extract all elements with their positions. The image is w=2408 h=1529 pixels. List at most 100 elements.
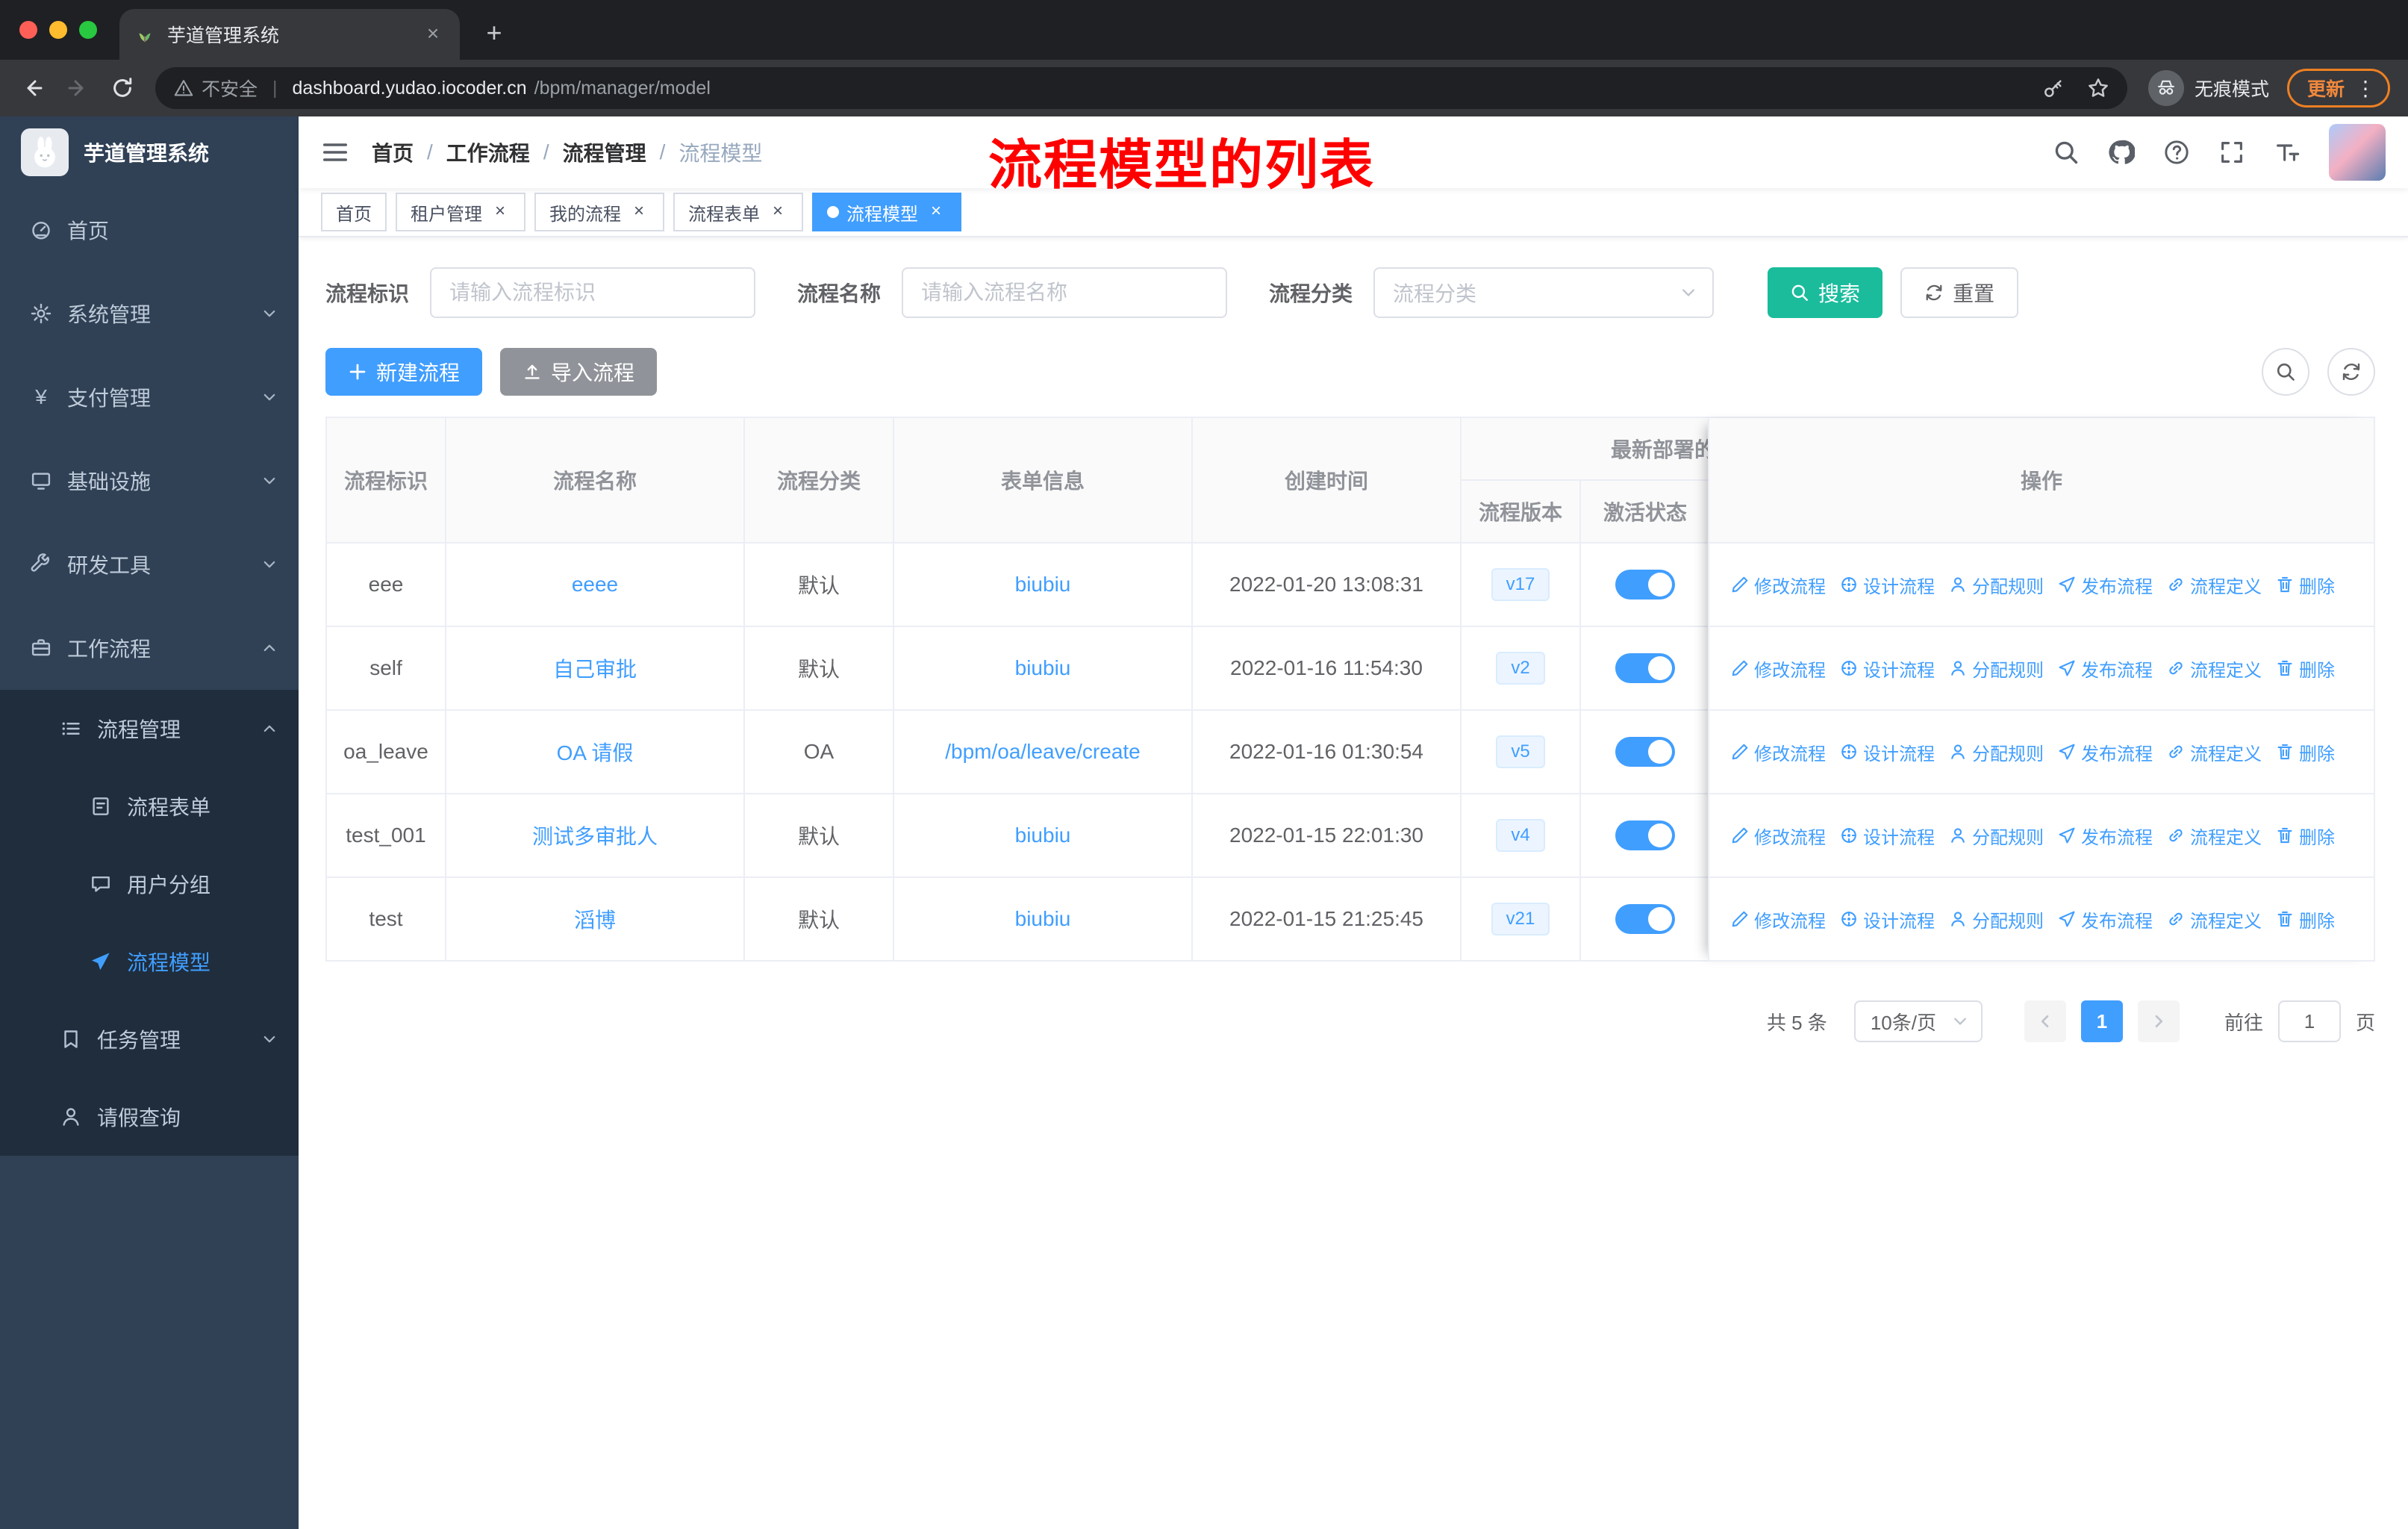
publish-process-link[interactable]: 发布流程 xyxy=(2057,655,2153,682)
reload-button[interactable] xyxy=(102,67,143,109)
search-button[interactable]: 搜索 xyxy=(1768,267,1883,318)
sidebar-item-devtools[interactable]: 研发工具 xyxy=(0,523,299,606)
form-info-link[interactable]: biubiu xyxy=(1015,823,1071,847)
help-icon[interactable] xyxy=(2163,139,2190,166)
form-info-link[interactable]: biubiu xyxy=(1015,656,1071,679)
font-size-icon[interactable] xyxy=(2274,139,2301,166)
app-logo[interactable]: 芋道管理系统 xyxy=(0,116,299,188)
process-definition-link[interactable]: 流程定义 xyxy=(2166,823,2262,849)
delete-process-link[interactable]: 删除 xyxy=(2275,572,2335,598)
fullscreen-icon[interactable] xyxy=(2218,139,2245,166)
model-name-link[interactable]: 滔博 xyxy=(574,909,616,932)
active-status-toggle[interactable] xyxy=(1615,737,1675,767)
assign-rule-link[interactable]: 分配规则 xyxy=(1948,823,2044,849)
process-definition-link[interactable]: 流程定义 xyxy=(2166,739,2262,765)
assign-rule-link[interactable]: 分配规则 xyxy=(1948,906,2044,932)
delete-process-link[interactable]: 删除 xyxy=(2275,823,2335,849)
sidebar-item-task-management[interactable]: 任务管理 xyxy=(0,1000,299,1078)
form-info-link[interactable]: /bpm/oa/leave/create xyxy=(945,740,1141,763)
user-avatar[interactable] xyxy=(2329,124,2386,181)
page-size-select[interactable]: 10条/页 xyxy=(1853,1000,1983,1042)
assign-rule-link[interactable]: 分配规则 xyxy=(1948,572,2044,598)
model-name-link[interactable]: 测试多审批人 xyxy=(532,825,658,848)
breadcrumb-process-management[interactable]: 流程管理 xyxy=(563,137,646,167)
design-process-link[interactable]: 设计流程 xyxy=(1839,906,1935,932)
forward-button[interactable] xyxy=(57,67,99,109)
goto-page-input[interactable] xyxy=(2277,1000,2341,1042)
refresh-table-button[interactable] xyxy=(2327,348,2375,396)
sidebar-item-workflow[interactable]: 工作流程 xyxy=(0,606,299,690)
create-process-button[interactable]: 新建流程 xyxy=(325,348,483,396)
tag-close-icon[interactable]: × xyxy=(628,202,649,222)
modify-process-link[interactable]: 修改流程 xyxy=(1730,572,1826,598)
process-name-input[interactable] xyxy=(902,267,1228,318)
publish-process-link[interactable]: 发布流程 xyxy=(2057,823,2153,849)
model-name-link[interactable]: 自己审批 xyxy=(553,658,637,681)
design-process-link[interactable]: 设计流程 xyxy=(1839,655,1935,682)
form-info-link[interactable]: biubiu xyxy=(1015,907,1071,930)
process-category-select[interactable]: 流程分类 xyxy=(1373,267,1715,318)
sidebar-item-process-management[interactable]: 流程管理 xyxy=(0,690,299,767)
tag-tenant-management[interactable]: 租户管理 × xyxy=(396,193,525,231)
address-bar[interactable]: 不安全 | dashboard.yudao.iocoder.cn/bpm/man… xyxy=(155,67,2127,109)
modify-process-link[interactable]: 修改流程 xyxy=(1730,906,1826,932)
window-zoom-button[interactable] xyxy=(79,21,97,39)
page-number-button[interactable]: 1 xyxy=(2080,1000,2123,1042)
assign-rule-link[interactable]: 分配规则 xyxy=(1948,655,2044,682)
sidebar-item-process-form[interactable]: 流程表单 xyxy=(0,767,299,845)
publish-process-link[interactable]: 发布流程 xyxy=(2057,739,2153,765)
modify-process-link[interactable]: 修改流程 xyxy=(1730,655,1826,682)
active-status-toggle[interactable] xyxy=(1615,653,1675,683)
tag-close-icon[interactable]: × xyxy=(490,202,511,222)
next-page-button[interactable] xyxy=(2137,1000,2180,1042)
reset-button[interactable]: 重置 xyxy=(1900,267,2019,318)
breadcrumb-workflow[interactable]: 工作流程 xyxy=(446,137,530,167)
process-key-input[interactable] xyxy=(430,267,756,318)
modify-process-link[interactable]: 修改流程 xyxy=(1730,823,1826,849)
delete-process-link[interactable]: 删除 xyxy=(2275,739,2335,765)
show-search-toggle-button[interactable] xyxy=(2262,348,2309,396)
bookmark-star-icon[interactable] xyxy=(2087,77,2109,99)
delete-process-link[interactable]: 删除 xyxy=(2275,655,2335,682)
tag-close-icon[interactable]: × xyxy=(926,202,946,222)
sidebar-item-payment[interactable]: ¥ 支付管理 xyxy=(0,355,299,439)
process-definition-link[interactable]: 流程定义 xyxy=(2166,572,2262,598)
active-status-toggle[interactable] xyxy=(1615,904,1675,934)
window-minimize-button[interactable] xyxy=(49,21,67,39)
tag-home[interactable]: 首页 xyxy=(321,193,387,231)
process-definition-link[interactable]: 流程定义 xyxy=(2166,655,2262,682)
sidebar-item-leave-query[interactable]: 请假查询 xyxy=(0,1078,299,1156)
active-status-toggle[interactable] xyxy=(1615,820,1675,850)
breadcrumb-home[interactable]: 首页 xyxy=(372,137,414,167)
github-icon[interactable] xyxy=(2108,139,2135,166)
publish-process-link[interactable]: 发布流程 xyxy=(2057,906,2153,932)
browser-tab[interactable]: 芋道管理系统 × xyxy=(119,9,460,60)
browser-update-button[interactable]: 更新 ⋮ xyxy=(2286,69,2390,108)
new-tab-button[interactable]: + xyxy=(475,13,514,52)
sidebar-item-infrastructure[interactable]: 基础设施 xyxy=(0,439,299,523)
search-icon[interactable] xyxy=(2053,139,2080,166)
model-name-link[interactable]: eeee xyxy=(572,573,618,596)
design-process-link[interactable]: 设计流程 xyxy=(1839,823,1935,849)
prev-page-button[interactable] xyxy=(2024,1000,2066,1042)
publish-process-link[interactable]: 发布流程 xyxy=(2057,572,2153,598)
modify-process-link[interactable]: 修改流程 xyxy=(1730,739,1826,765)
back-button[interactable] xyxy=(12,67,54,109)
process-definition-link[interactable]: 流程定义 xyxy=(2166,906,2262,932)
delete-process-link[interactable]: 删除 xyxy=(2275,906,2335,932)
window-close-button[interactable] xyxy=(19,21,37,39)
browser-menu-kebab-icon[interactable]: ⋮ xyxy=(2355,76,2376,101)
import-process-button[interactable]: 导入流程 xyxy=(500,348,658,396)
model-name-link[interactable]: OA 请假 xyxy=(557,741,634,764)
assign-rule-link[interactable]: 分配规则 xyxy=(1948,739,2044,765)
active-status-toggle[interactable] xyxy=(1615,570,1675,600)
sidebar-item-system[interactable]: 系统管理 xyxy=(0,272,299,355)
sidebar-item-home[interactable]: 首页 xyxy=(0,188,299,272)
tag-process-model-active[interactable]: 流程模型 × xyxy=(812,193,961,231)
design-process-link[interactable]: 设计流程 xyxy=(1839,739,1935,765)
tag-my-process[interactable]: 我的流程 × xyxy=(534,193,664,231)
tag-process-form[interactable]: 流程表单 × xyxy=(673,193,803,231)
sidebar-item-user-group[interactable]: 用户分组 xyxy=(0,845,299,923)
design-process-link[interactable]: 设计流程 xyxy=(1839,572,1935,598)
password-key-icon[interactable] xyxy=(2042,77,2065,99)
